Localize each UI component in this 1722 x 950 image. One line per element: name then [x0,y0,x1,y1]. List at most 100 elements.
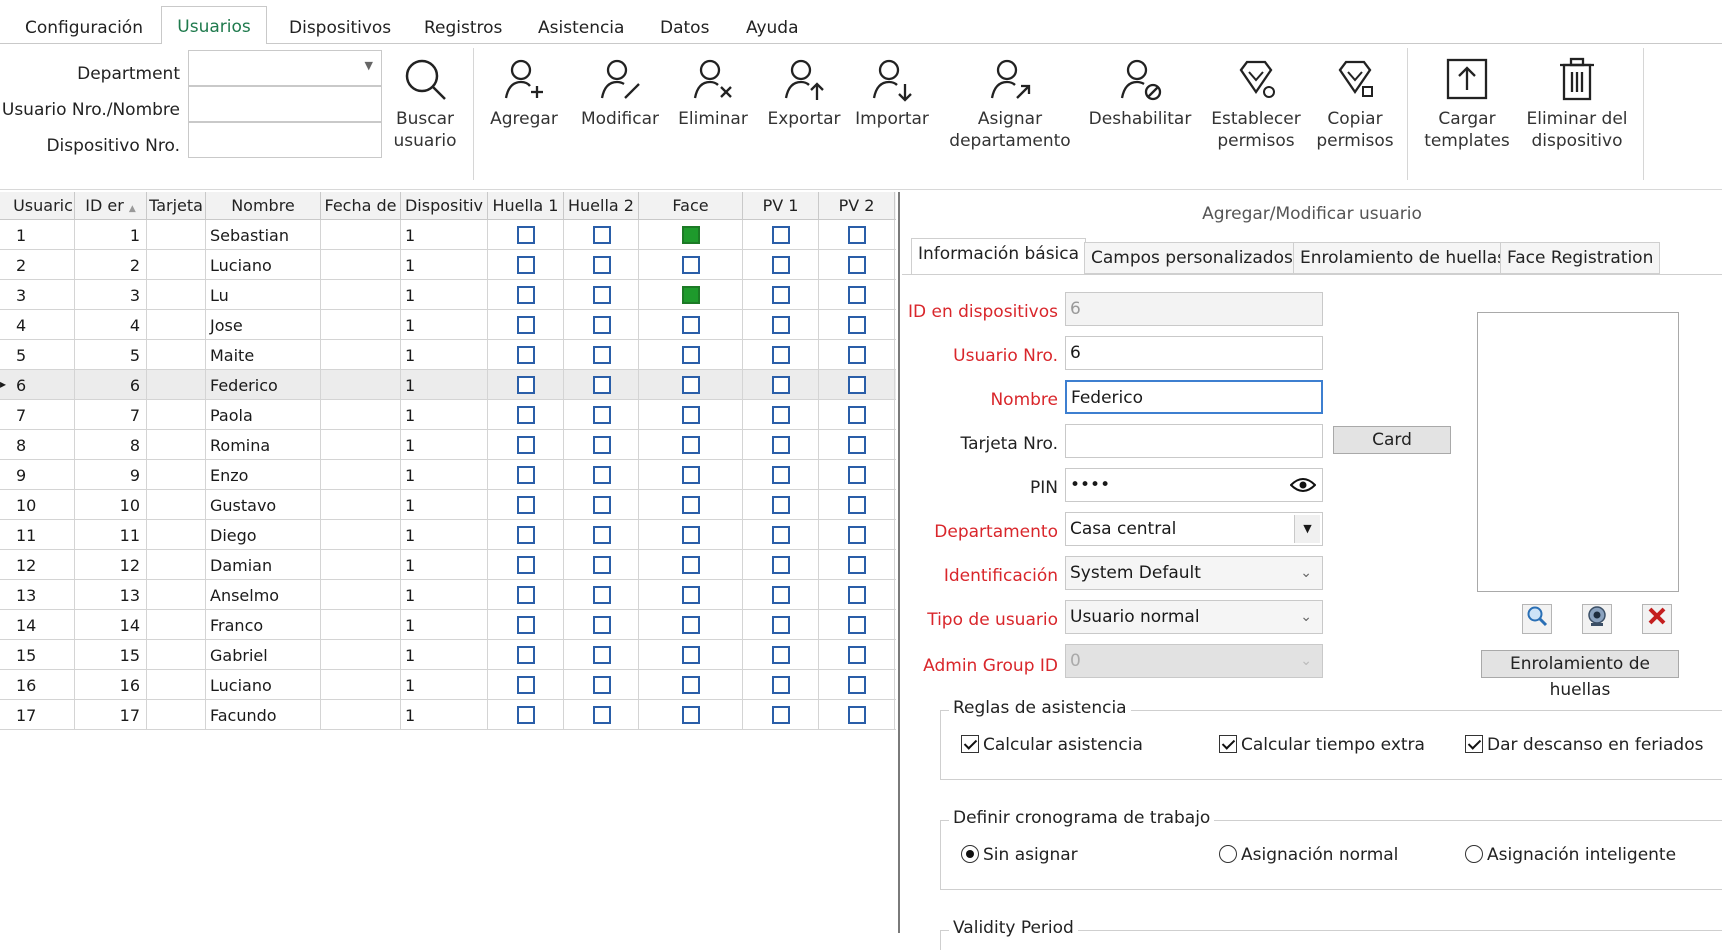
pv2-checkbox[interactable] [848,676,866,694]
face-checkbox[interactable] [682,346,700,364]
pv2-checkbox[interactable] [848,586,866,604]
pin-field[interactable]: •••• [1065,468,1323,502]
huella2-checkbox[interactable] [593,466,611,484]
header-face[interactable]: Face [639,192,743,220]
calc-attendance-checkbox[interactable]: Calcular asistencia [961,735,1143,755]
schedule-unassigned-radio[interactable]: Sin asignar [961,845,1078,865]
user-type-select[interactable]: Usuario normal ⌄ [1065,600,1323,634]
tab-fingerprint-enrollment[interactable]: Enrolamiento de huellas [1293,242,1514,274]
huella1-checkbox[interactable] [517,526,535,544]
face-checkbox[interactable] [682,526,700,544]
tab-registros[interactable]: Registros [418,14,508,44]
delete-user-button[interactable]: Eliminar [672,56,754,130]
huella1-checkbox[interactable] [517,286,535,304]
search-user-button[interactable]: Buscar usuario [390,56,460,152]
pv1-checkbox[interactable] [772,586,790,604]
huella1-checkbox[interactable] [517,376,535,394]
set-permissions-button[interactable]: Establecer permisos [1206,56,1306,152]
huella2-checkbox[interactable] [593,256,611,274]
huella2-checkbox[interactable] [593,286,611,304]
face-checkbox[interactable] [682,496,700,514]
huella1-checkbox[interactable] [517,646,535,664]
pv1-checkbox[interactable] [772,676,790,694]
table-row[interactable]: 11 11 Diego 1 [0,520,896,550]
huella1-checkbox[interactable] [517,616,535,634]
face-checkbox[interactable] [682,436,700,454]
calc-overtime-checkbox[interactable]: Calcular tiempo extra [1219,735,1425,755]
huella1-checkbox[interactable] [517,556,535,574]
huella2-checkbox[interactable] [593,526,611,544]
pv1-checkbox[interactable] [772,646,790,664]
delete-from-device-button[interactable]: Eliminar del dispositivo [1522,56,1632,152]
header-dispositivo[interactable]: Dispositiv [401,192,488,220]
huella1-checkbox[interactable] [517,346,535,364]
face-checkbox[interactable] [682,226,700,244]
import-user-button[interactable]: Importar [850,56,934,130]
tab-configuracion[interactable]: Configuración [19,14,149,44]
huella2-checkbox[interactable] [593,376,611,394]
table-row[interactable]: 14 14 Franco 1 [0,610,896,640]
tab-basic-info[interactable]: Información básica [911,238,1087,275]
pv2-checkbox[interactable] [848,616,866,634]
pv2-checkbox[interactable] [848,406,866,424]
huella2-checkbox[interactable] [593,226,611,244]
pv2-checkbox[interactable] [848,226,866,244]
pv1-checkbox[interactable] [772,226,790,244]
tab-face-registration[interactable]: Face Registration [1500,242,1661,274]
huella2-checkbox[interactable] [593,496,611,514]
disable-user-button[interactable]: Deshabilitar [1086,56,1194,130]
pv2-checkbox[interactable] [848,466,866,484]
face-checkbox[interactable] [682,586,700,604]
huella1-checkbox[interactable] [517,706,535,724]
face-checkbox[interactable] [682,406,700,424]
huella2-checkbox[interactable] [593,616,611,634]
huella1-checkbox[interactable] [517,256,535,274]
table-row[interactable]: 17 17 Facundo 1 [0,700,896,730]
pv2-checkbox[interactable] [848,436,866,454]
assign-department-button[interactable]: Asignar departamento [948,56,1072,152]
table-row[interactable]: 16 16 Luciano 1 [0,670,896,700]
face-checkbox[interactable] [682,466,700,484]
add-user-button[interactable]: Agregar [484,56,564,130]
tab-usuarios[interactable]: Usuarios [161,6,267,45]
schedule-normal-radio[interactable]: Asignación normal [1219,845,1398,865]
name-field[interactable]: Federico [1065,380,1323,414]
identification-select[interactable]: System Default ⌄ [1065,556,1323,590]
huella2-checkbox[interactable] [593,556,611,574]
pv2-checkbox[interactable] [848,526,866,544]
pv1-checkbox[interactable] [772,406,790,424]
header-id[interactable]: ID er ▲ [75,192,147,220]
face-checkbox[interactable] [682,706,700,724]
table-row[interactable]: 9 9 Enzo 1 [0,460,896,490]
card-button[interactable]: Card [1333,426,1451,454]
user-filter-input[interactable] [188,86,382,122]
huella2-checkbox[interactable] [593,706,611,724]
tab-custom-fields[interactable]: Campos personalizados [1084,242,1300,274]
modify-user-button[interactable]: Modificar [574,56,666,130]
table-row[interactable]: 13 13 Anselmo 1 [0,580,896,610]
header-fecha[interactable]: Fecha de [321,192,401,220]
photo-browse-button[interactable] [1522,604,1552,634]
pv2-checkbox[interactable] [848,556,866,574]
department-select[interactable]: Casa central ▼ [1065,512,1323,546]
huella1-checkbox[interactable] [517,226,535,244]
pv2-checkbox[interactable] [848,316,866,334]
huella2-checkbox[interactable] [593,676,611,694]
pv1-checkbox[interactable] [772,286,790,304]
table-row[interactable]: 3 3 Lu 1 [0,280,896,310]
face-checkbox[interactable] [682,676,700,694]
photo-camera-button[interactable] [1582,604,1612,634]
device-filter-input[interactable] [188,122,382,158]
face-checkbox[interactable] [682,616,700,634]
huella1-checkbox[interactable] [517,466,535,484]
face-checkbox[interactable] [682,646,700,664]
pv2-checkbox[interactable] [848,256,866,274]
pv1-checkbox[interactable] [772,526,790,544]
huella2-checkbox[interactable] [593,436,611,454]
pv2-checkbox[interactable] [848,346,866,364]
photo-delete-button[interactable] [1642,604,1672,634]
huella2-checkbox[interactable] [593,316,611,334]
table-row[interactable]: 1 1 Sebastian 1 [0,220,896,250]
pv1-checkbox[interactable] [772,466,790,484]
table-row[interactable]: 8 8 Romina 1 [0,430,896,460]
